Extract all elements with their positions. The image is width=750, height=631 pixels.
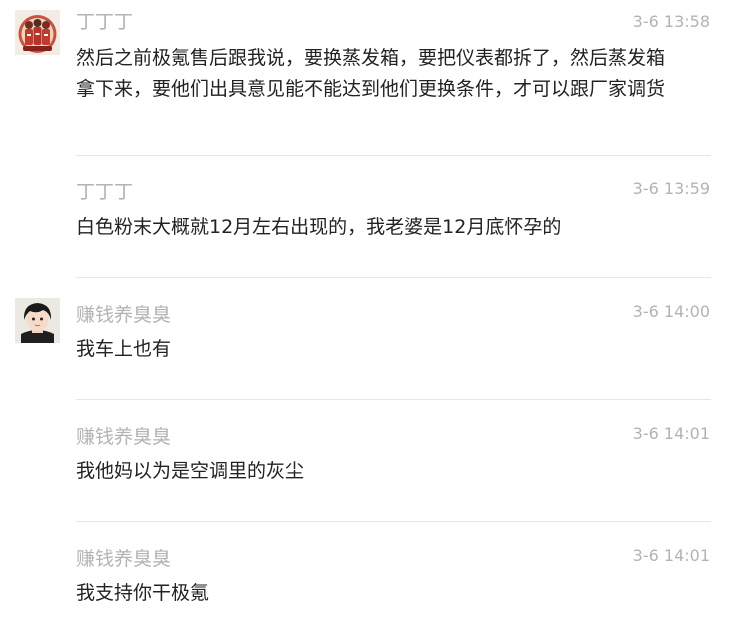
comment-divider (76, 521, 711, 522)
comment-timestamp: 3-6 14:01 (632, 546, 710, 565)
comment-timestamp: 3-6 13:58 (632, 12, 710, 31)
comment-username[interactable]: 赚钱养臭臭 (76, 425, 171, 449)
comment-username[interactable]: 丁丁丁 (76, 10, 133, 34)
comment-timestamp: 3-6 13:59 (632, 179, 710, 198)
comment-divider (76, 399, 711, 400)
comment-divider (76, 277, 711, 278)
comment-text: 然后之前极氪售后跟我说，要换蒸发箱，要把仪表都拆了，然后蒸发箱拿下来，要他们出具… (76, 47, 666, 100)
comment-divider (76, 155, 711, 156)
avatar-dark-hair-person-icon[interactable] (15, 298, 60, 343)
comment-text: 我支持你干极氪 (76, 582, 210, 604)
comment-username[interactable]: 丁丁丁 (76, 180, 133, 204)
comment-text: 我他妈以为是空调里的灰尘 (76, 460, 305, 482)
comment-text: 白色粉末大概就12月左右出现的，我老婆是12月底怀孕的 (76, 216, 562, 238)
comment-timestamp: 3-6 14:00 (632, 302, 710, 321)
comment-username[interactable]: 赚钱养臭臭 (76, 303, 171, 327)
comment-timestamp: 3-6 14:01 (632, 424, 710, 443)
comment-username[interactable]: 赚钱养臭臭 (76, 547, 171, 571)
avatar-basketball-team-icon[interactable] (15, 10, 60, 55)
comment-text: 我车上也有 (76, 338, 172, 360)
